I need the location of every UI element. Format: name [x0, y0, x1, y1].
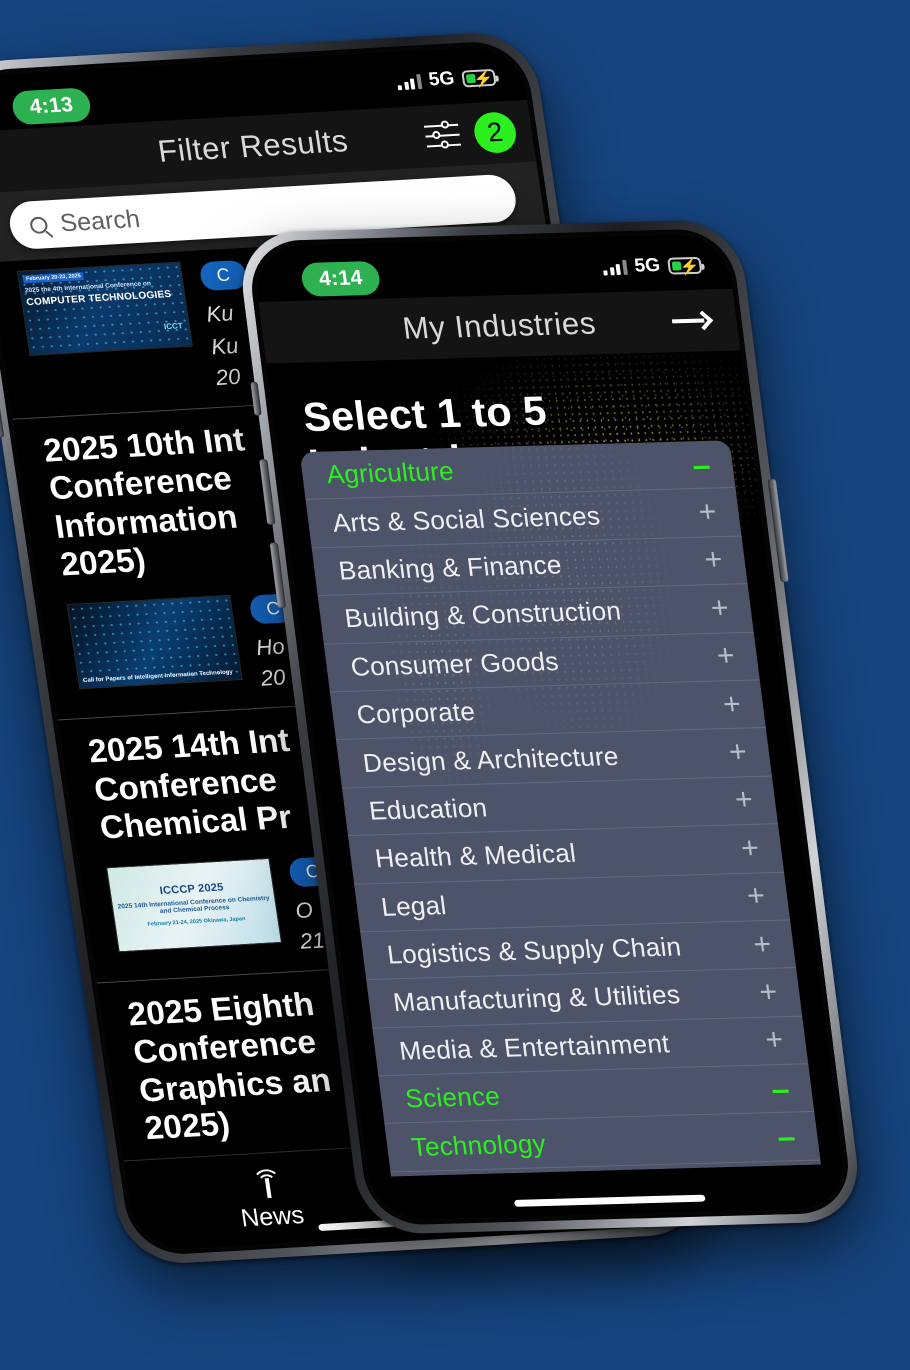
industry-label: Logistics & Supply Chain [385, 931, 683, 970]
add-industry-icon[interactable]: + [757, 976, 779, 1009]
industry-label: Corporate [355, 696, 477, 730]
add-industry-icon[interactable]: + [763, 1024, 785, 1057]
add-industry-icon[interactable]: + [721, 688, 743, 721]
remove-industry-icon[interactable]: – [769, 1071, 791, 1107]
industry-label: Design & Architecture [361, 740, 621, 778]
arrow-right-icon[interactable] [671, 309, 714, 332]
add-industry-icon[interactable]: + [751, 928, 773, 961]
signal-bars-icon [602, 259, 628, 275]
network-label-front: 5G [633, 255, 662, 277]
industries-panel[interactable]: Agriculture – Arts & Social Sciences + Banki… [299, 440, 821, 1177]
broadcast-icon [248, 1165, 287, 1201]
add-industry-icon[interactable]: + [709, 592, 731, 625]
status-icons-back: 5G ⚡ [396, 66, 497, 93]
battery-icon-front: ⚡ [667, 256, 703, 276]
screenshot-stage: 4:13 5G ⚡ Filter Results 2 Search Februa… [0, 0, 910, 1370]
industry-label: Arts & Social Sciences [330, 500, 602, 538]
industry-label: Technology [409, 1128, 548, 1162]
industry-label: Science [403, 1081, 502, 1114]
industry-label: Agriculture [324, 456, 456, 490]
industry-label: Legal [379, 889, 448, 922]
status-time-front: 4:14 [299, 260, 382, 297]
add-industry-icon[interactable]: + [745, 880, 767, 913]
industry-label: Banking & Finance [336, 549, 564, 586]
thumb-subtitle: 2025 14th International Conference on Ch… [117, 894, 271, 916]
industry-label: Media & Entertainment [397, 1028, 672, 1066]
search-placeholder[interactable]: Search [58, 205, 142, 238]
filter-count-badge: 2 [471, 111, 519, 155]
page-title-my-industries: My Industries [400, 305, 598, 346]
sliders-icon[interactable] [423, 120, 462, 151]
battery-icon-back: ⚡ [461, 68, 497, 88]
add-industry-icon[interactable]: + [739, 832, 761, 865]
status-time-back: 4:13 [10, 87, 93, 126]
industry-label: Building & Construction [342, 596, 623, 634]
conference-thumbnail: February 20-23, 2025 2025 the 4th Intern… [16, 261, 193, 356]
network-label-back: 5G [427, 68, 456, 91]
conference-thumbnail: ICCCP 2025 2025 14th International Confe… [105, 857, 283, 953]
add-industry-icon[interactable]: + [733, 784, 755, 817]
conference-thumbnail: Call for Papers of Intelligent Informati… [66, 594, 243, 690]
search-icon [28, 215, 49, 234]
industries-list[interactable]: Agriculture – Arts & Social Sciences + Banki… [299, 440, 821, 1177]
tab-news-label: News [238, 1200, 306, 1232]
remove-industry-icon[interactable]: – [775, 1119, 797, 1155]
industry-label: Health & Medical [373, 838, 578, 874]
home-indicator-front[interactable] [513, 1194, 706, 1207]
add-industry-icon[interactable]: + [727, 736, 749, 769]
industry-label: UN Development Goals [416, 1172, 698, 1176]
add-industry-icon[interactable]: + [703, 543, 725, 576]
add-industry-icon[interactable]: + [782, 1168, 804, 1177]
page-title-filter-results: Filter Results [155, 123, 351, 169]
add-industry-icon[interactable]: + [697, 495, 719, 528]
industry-label: Manufacturing & Utilities [391, 979, 682, 1018]
remove-industry-icon[interactable]: – [690, 446, 712, 482]
category-badge: C [198, 259, 248, 292]
status-icons-front: 5G ⚡ [602, 254, 703, 279]
industry-label: Consumer Goods [348, 645, 561, 682]
signal-bars-icon [396, 73, 422, 90]
add-industry-icon[interactable]: + [715, 640, 737, 673]
front-phone-screen: 4:14 5G ⚡ My Industries Select 1 to 5 In… [251, 233, 849, 1221]
thumb-logo: ICCT [163, 321, 184, 332]
industry-label: Education [367, 792, 489, 826]
